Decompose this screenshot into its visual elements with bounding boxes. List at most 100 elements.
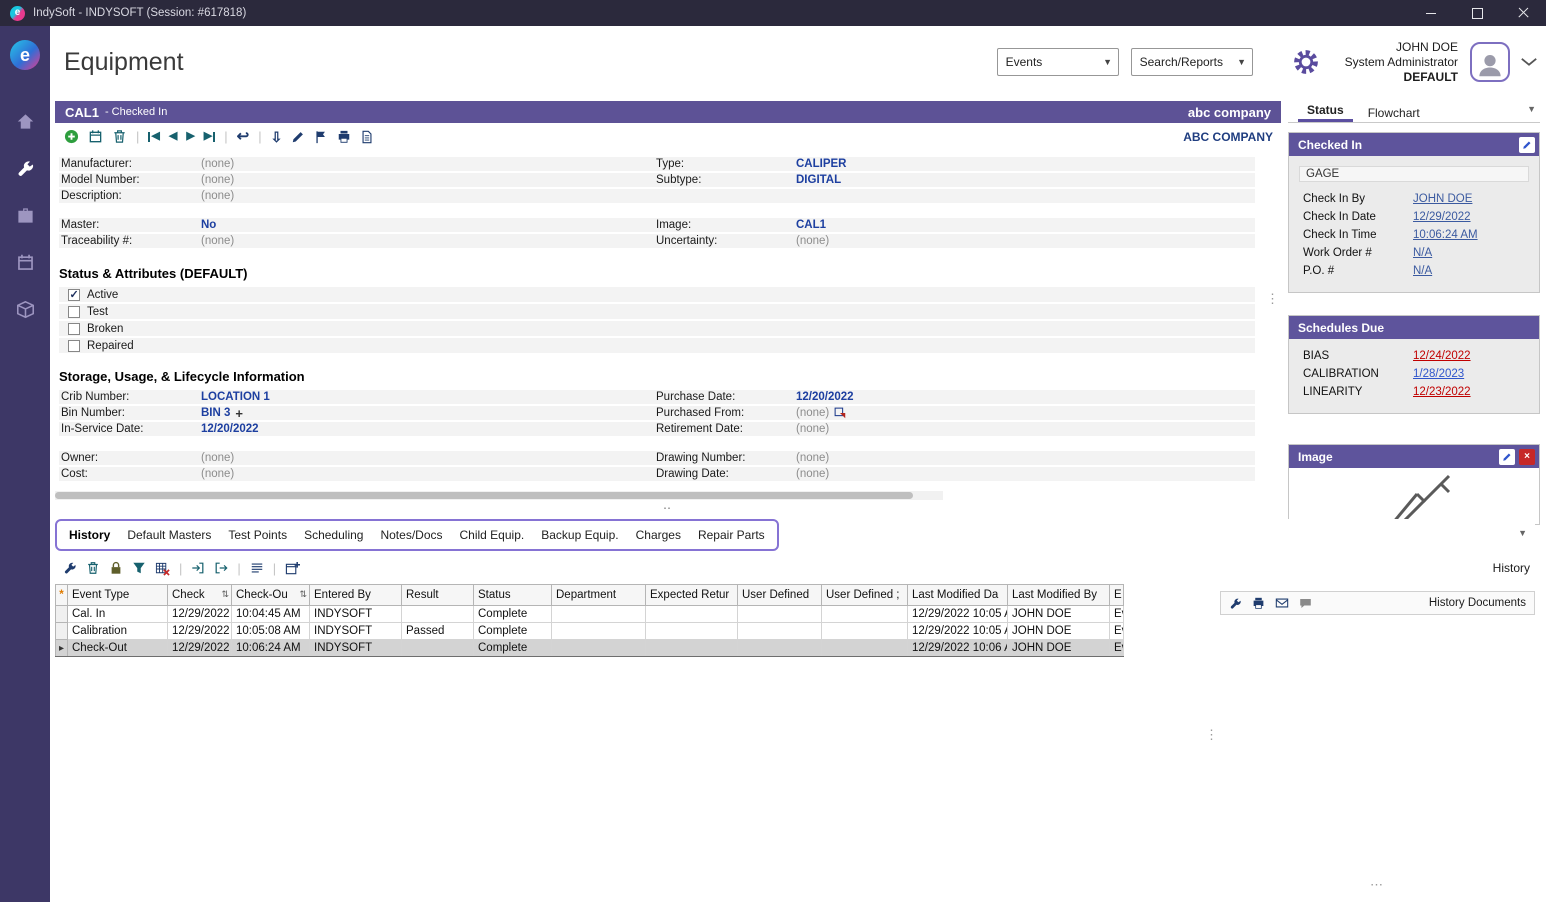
field-value-manufacturer[interactable]: (none) (201, 158, 656, 170)
maximize-button[interactable] (1454, 0, 1500, 26)
field-value-description[interactable]: (none) (201, 190, 656, 202)
check-out-icon[interactable] (214, 561, 228, 575)
table-cell[interactable]: Complete (474, 606, 552, 623)
flag-icon[interactable] (314, 130, 328, 144)
table-cell[interactable] (822, 623, 908, 640)
table-cell[interactable] (738, 640, 822, 657)
field-value-cost[interactable]: (none) (201, 468, 656, 480)
filter-icon[interactable] (132, 561, 146, 575)
checkbox-repaired[interactable] (68, 340, 80, 352)
previous-record-icon[interactable]: ◀ (169, 131, 177, 142)
table-cell[interactable] (552, 640, 646, 657)
field-value-purchase-date[interactable]: 12/20/2022 (796, 391, 1255, 403)
table-cell[interactable]: JOHN DOE (1008, 623, 1110, 640)
tab-child-equip[interactable]: Child Equip. (460, 528, 525, 542)
clear-grid-icon[interactable] (155, 561, 170, 576)
table-cell[interactable]: Eve (1110, 623, 1124, 640)
checkbox-test[interactable] (68, 306, 80, 318)
undo-icon[interactable]: ↩ (237, 129, 250, 144)
table-cell[interactable] (552, 606, 646, 623)
edit-checked-in-icon[interactable] (1519, 137, 1535, 153)
table-cell[interactable] (402, 640, 474, 657)
column-header[interactable]: Event Type (68, 585, 168, 606)
last-record-icon[interactable]: ▶ (204, 131, 215, 142)
table-cell[interactable]: 12/29/2022 10:05 A (908, 623, 1008, 640)
field-value-model-number[interactable]: (none) (201, 174, 656, 186)
new-window-icon[interactable] (285, 561, 300, 576)
po-number-link[interactable]: N/A (1413, 265, 1432, 277)
bias-due-date-link[interactable]: 12/24/2022 (1413, 350, 1471, 362)
sidebar-item-home[interactable] (0, 98, 50, 145)
events-dropdown[interactable]: Events ▼ (997, 48, 1119, 76)
sidebar-item-calendar[interactable] (0, 239, 50, 286)
table-cell[interactable]: Complete (474, 623, 552, 640)
print-icon[interactable] (337, 130, 351, 144)
tab-test-points[interactable]: Test Points (228, 528, 287, 542)
table-cell[interactable]: INDYSOFT (310, 640, 402, 657)
check-in-by-link[interactable]: JOHN DOE (1413, 193, 1472, 205)
table-cell[interactable]: Eve (1110, 606, 1124, 623)
field-value-drawing-date[interactable]: (none) (796, 468, 1255, 480)
table-cell[interactable]: Complete (474, 640, 552, 657)
field-value-bin-number[interactable]: BIN 3+ (201, 407, 656, 420)
column-header[interactable]: User Defined ; (822, 585, 908, 606)
table-cell[interactable] (822, 640, 908, 657)
table-cell[interactable]: Passed (402, 623, 474, 640)
table-cell[interactable]: INDYSOFT (310, 623, 402, 640)
edit-record-icon[interactable] (291, 130, 305, 144)
checkbox-broken[interactable] (68, 323, 80, 335)
add-bin-icon[interactable]: + (235, 407, 243, 420)
add-record-icon[interactable] (64, 129, 79, 144)
splitter-handle[interactable]: ‥ (55, 500, 1281, 510)
sort-icon[interactable]: ⇅ (299, 589, 307, 600)
chevron-down-icon[interactable]: ▼ (1518, 528, 1527, 538)
tab-charges[interactable]: Charges (636, 528, 681, 542)
delete-entry-icon[interactable] (86, 561, 100, 575)
table-cell[interactable]: 12/29/2022 10:06 A (908, 640, 1008, 657)
tab-repair-parts[interactable]: Repair Parts (698, 528, 765, 542)
check-in-time-link[interactable]: 10:06:24 AM (1413, 229, 1478, 241)
table-cell[interactable] (646, 623, 738, 640)
comment-icon[interactable] (1299, 597, 1312, 610)
edit-entry-icon[interactable] (63, 561, 77, 575)
column-header[interactable]: Result (402, 585, 474, 606)
table-cell[interactable]: 12/29/2022 10:05 A (908, 606, 1008, 623)
table-cell[interactable]: Calibration (68, 623, 168, 640)
sidebar-item-shipping[interactable] (0, 286, 50, 333)
column-header[interactable]: Last Modified Da (908, 585, 1008, 606)
email-icon[interactable] (1275, 596, 1289, 610)
chevron-down-icon[interactable]: ▼ (1527, 104, 1536, 114)
column-header[interactable]: User Defined (738, 585, 822, 606)
close-button[interactable] (1500, 0, 1546, 26)
sort-icon[interactable]: ⇅ (221, 589, 229, 600)
document-icon[interactable] (360, 130, 374, 144)
check-in-icon[interactable] (191, 561, 205, 575)
table-cell[interactable] (646, 640, 738, 657)
tab-notes-docs[interactable]: Notes/Docs (380, 528, 442, 542)
field-value-image[interactable]: CAL1 (796, 219, 1255, 231)
column-header[interactable]: Entered By (310, 585, 402, 606)
table-cell[interactable] (402, 606, 474, 623)
tab-flowchart[interactable]: Flowchart (1359, 103, 1429, 122)
table-cell[interactable]: 10:04:45 AM (232, 606, 310, 623)
work-order-link[interactable]: N/A (1413, 247, 1432, 259)
table-cell[interactable]: JOHN DOE (1008, 606, 1110, 623)
table-cell[interactable] (822, 606, 908, 623)
minimize-button[interactable] (1408, 0, 1454, 26)
field-value-master[interactable]: No (201, 219, 656, 231)
schedule-icon[interactable] (88, 129, 103, 144)
lookup-icon[interactable] (834, 407, 846, 419)
table-row[interactable]: Calibration12/29/202210:05:08 AMINDYSOFT… (56, 623, 1124, 640)
field-value-subtype[interactable]: DIGITAL (796, 174, 1255, 186)
field-value-owner[interactable]: (none) (201, 452, 656, 464)
sidebar-item-equipment-case[interactable] (0, 192, 50, 239)
delete-record-icon[interactable] (112, 129, 127, 144)
table-cell[interactable] (646, 606, 738, 623)
column-header[interactable]: E (1110, 585, 1124, 606)
tab-history[interactable]: History (69, 528, 110, 542)
export-download-icon[interactable]: ⇩ (271, 130, 283, 144)
table-cell[interactable] (552, 623, 646, 640)
table-cell[interactable]: Eve (1110, 640, 1124, 657)
tab-default-masters[interactable]: Default Masters (127, 528, 211, 542)
user-menu-chevron-icon[interactable] (1520, 57, 1538, 67)
